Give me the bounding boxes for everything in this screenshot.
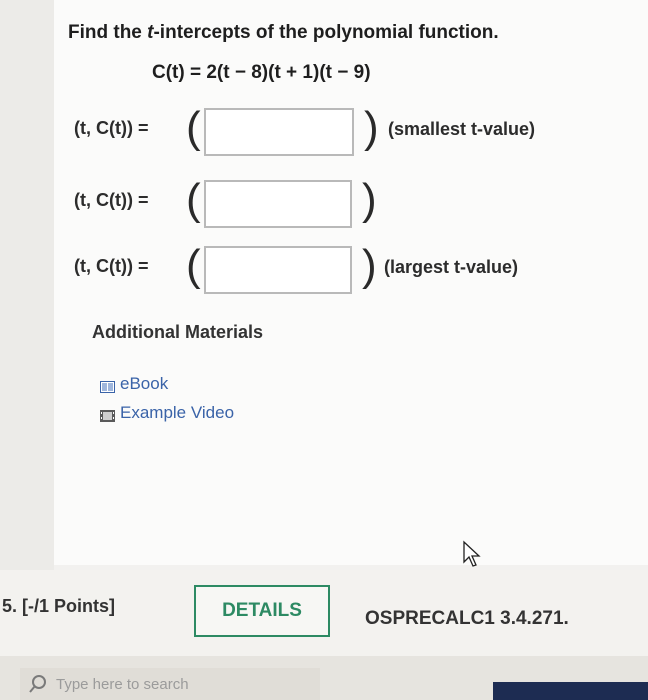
answer-label: (t, C(t)) = xyxy=(74,118,149,138)
search-placeholder: Type here to search xyxy=(56,675,189,693)
answer-note-largest: (largest t-value) xyxy=(384,257,519,277)
answer-note-smallest: (smallest t-value) xyxy=(388,119,536,139)
open-paren: ( xyxy=(186,103,201,152)
taskbar-search[interactable]: Type here to search xyxy=(20,668,320,700)
answer-row-1: (t, C(t)) = ( ) (smallest t-value) xyxy=(74,103,594,160)
ebook-icon xyxy=(100,378,115,393)
open-paren: ( xyxy=(186,241,201,290)
details-button[interactable]: DETAILS xyxy=(194,585,330,637)
points-label: 5. [-/1 Points] xyxy=(2,596,116,616)
additional-materials-title: Additional Materials xyxy=(92,322,264,342)
answer-label: (t, C(t)) = xyxy=(74,190,149,210)
search-icon xyxy=(28,674,48,694)
left-margin xyxy=(0,0,54,570)
close-paren: ) xyxy=(362,175,377,224)
example-video-label: Example Video xyxy=(120,403,235,422)
mouse-pointer-icon xyxy=(462,540,484,573)
answer-row-2: (t, C(t)) = ( ) xyxy=(74,175,394,232)
ebook-link[interactable]: eBook xyxy=(100,374,168,394)
answer-label: (t, C(t)) = xyxy=(74,256,149,276)
polynomial-equation: C(t) = 2(t − 8)(t + 1)(t − 9) xyxy=(152,62,371,83)
answer-input-3[interactable] xyxy=(204,246,352,294)
answer-input-2[interactable] xyxy=(204,180,352,228)
example-video-link[interactable]: Example Video xyxy=(100,403,234,423)
question-prompt: Find the t-intercepts of the polynomial … xyxy=(68,22,499,43)
close-paren: ) xyxy=(364,103,379,152)
ebook-label: eBook xyxy=(120,374,169,393)
taskbar-corner xyxy=(493,682,648,700)
course-reference: OSPRECALC1 3.4.271. xyxy=(365,608,569,629)
video-icon xyxy=(100,407,115,422)
answer-row-3: (t, C(t)) = ( ) (largest t-value) xyxy=(74,241,594,298)
answer-input-1[interactable] xyxy=(204,108,354,156)
close-paren: ) xyxy=(362,241,377,290)
open-paren: ( xyxy=(186,175,201,224)
